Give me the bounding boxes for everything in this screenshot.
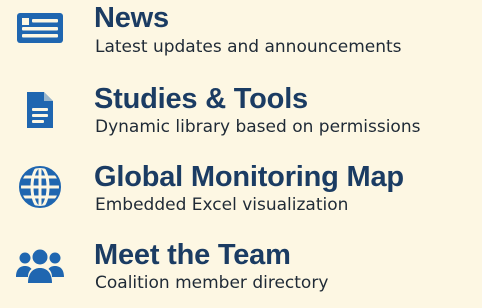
document-icon (14, 84, 66, 136)
menu-item-studies-tools[interactable]: Studies & Tools Dynamic library based on… (0, 78, 482, 154)
menu-item-news[interactable]: News Latest updates and announcements (0, 0, 482, 76)
menu-item-global-monitoring-map[interactable]: Global Monitoring Map Embedded Excel vis… (0, 156, 482, 232)
globe-icon (14, 161, 66, 213)
menu-item-meet-the-team[interactable]: Meet the Team Coalition member directory (0, 232, 482, 308)
menu-item-subtitle: Coalition member directory (95, 273, 329, 293)
menu-item-subtitle: Embedded Excel visualization (95, 195, 349, 215)
menu-item-title: Studies & Tools (94, 83, 308, 115)
menu-item-subtitle: Latest updates and announcements (95, 37, 402, 57)
menu-item-title: News (94, 2, 169, 34)
menu-item-title: Global Monitoring Map (94, 161, 404, 193)
menu-item-title: Meet the Team (94, 239, 291, 271)
users-icon (14, 240, 66, 292)
newspaper-icon (14, 2, 66, 54)
menu-item-subtitle: Dynamic library based on permissions (95, 117, 421, 137)
